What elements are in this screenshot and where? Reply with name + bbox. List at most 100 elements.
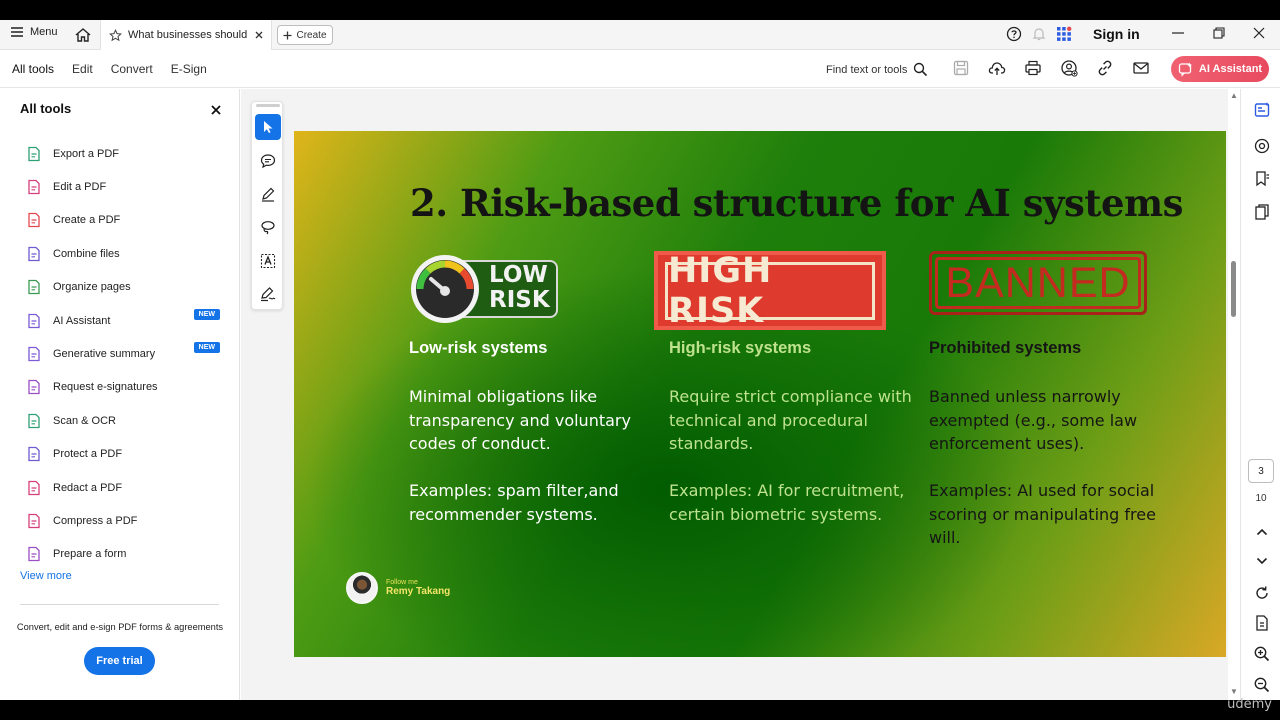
page-thumbnails-icon[interactable] (1253, 203, 1271, 221)
restore-icon[interactable] (1211, 25, 1227, 41)
bookmark-icon[interactable] (1253, 170, 1271, 188)
low-risk-badge-line2: RISK (489, 287, 550, 313)
follow-label: Follow me (386, 579, 418, 586)
tool-item-export-a-pdf[interactable]: Export a PDF (26, 137, 226, 170)
tab-convert[interactable]: Convert (111, 62, 153, 76)
high-risk-description: Require strict compliance with technical… (669, 387, 912, 453)
tool-item-protect-a-pdf[interactable]: Protect a PDF (26, 438, 226, 471)
scroll-up-arrow-icon[interactable]: ▲ (1230, 91, 1238, 100)
prohibited-description: Banned unless narrowly exempted (e.g., s… (929, 387, 1138, 453)
letterbox-top (0, 0, 1280, 20)
low-risk-badge: LOW RISK (409, 251, 559, 323)
comments-panel-icon[interactable] (1253, 137, 1271, 155)
apps-grid-icon[interactable] (1056, 26, 1072, 42)
vertical-scrollbar[interactable]: ▲ ▼ (1228, 89, 1240, 700)
high-risk-badge: HIGH RISK (654, 251, 886, 331)
close-panel-icon[interactable] (210, 104, 222, 116)
current-page-input[interactable]: 3 (1248, 459, 1274, 483)
zoom-out-icon[interactable] (1253, 676, 1271, 694)
menu-label: Menu (30, 26, 58, 38)
find-text-label: Find text or tools (826, 63, 908, 76)
annotation-toolbar (251, 101, 283, 310)
free-trial-button[interactable]: Free trial (84, 647, 155, 675)
document-tab[interactable]: What businesses should ... (100, 20, 272, 50)
rotate-icon[interactable] (1253, 584, 1271, 602)
search-icon (914, 62, 928, 77)
tool-label: Request e-signatures (53, 381, 158, 394)
tool-item-create-a-pdf[interactable]: Create a PDF (26, 204, 226, 237)
upload-cloud-icon[interactable] (988, 59, 1006, 77)
home-icon[interactable] (74, 26, 92, 44)
new-badge: NEW (193, 308, 220, 320)
right-rail: 3 10 (1240, 89, 1280, 700)
tool-label: Redact a PDF (53, 481, 123, 494)
tool-item-prepare-a-form[interactable]: Prepare a form (26, 538, 226, 571)
next-page-icon[interactable] (1253, 552, 1271, 570)
tool-item-edit-a-pdf[interactable]: Edit a PDF (26, 170, 226, 203)
tool-item-request-e-signatures[interactable]: Request e-signatures (26, 371, 226, 404)
tab-all-tools[interactable]: All tools (12, 62, 54, 76)
zoom-in-icon[interactable] (1253, 645, 1271, 663)
share-user-icon[interactable] (1060, 59, 1078, 77)
close-window-icon[interactable] (1251, 25, 1267, 41)
tab-edit[interactable]: Edit (72, 62, 93, 76)
close-tab-icon[interactable] (254, 30, 264, 40)
create-button[interactable]: Create (277, 25, 333, 45)
draw-tool-button[interactable] (255, 214, 281, 240)
udemy-watermark: udemy (1227, 697, 1272, 712)
scroll-down-arrow-icon[interactable]: ▼ (1230, 687, 1238, 696)
low-risk-examples: Examples: spam filter,and recommender sy… (409, 481, 619, 524)
text-tool-button[interactable] (255, 248, 281, 274)
tool-item-scan-ocr[interactable]: Scan & OCR (26, 404, 226, 437)
star-icon[interactable] (109, 28, 122, 42)
banned-badge: BANNED (929, 251, 1147, 315)
ai-assistant-button[interactable]: AI Assistant (1171, 56, 1269, 82)
document-info-icon[interactable] (1253, 614, 1271, 632)
signature-icon (261, 287, 276, 302)
tool-label: Export a PDF (53, 147, 120, 160)
view-more-link[interactable]: View more (20, 570, 72, 582)
tool-label: Combine files (53, 247, 120, 260)
help-icon[interactable] (1006, 26, 1022, 42)
create-pdf-icon (28, 213, 40, 228)
combine-files-icon (28, 246, 40, 262)
tool-item-organize-pages[interactable]: Organize pages (26, 271, 226, 304)
new-badge: NEW (193, 342, 220, 354)
link-icon[interactable] (1096, 59, 1114, 77)
organize-pages-icon (28, 280, 40, 295)
author-avatar (346, 572, 378, 604)
find-text-button[interactable]: Find text or tools (826, 62, 928, 77)
tool-item-ai-assistant[interactable]: AI Assistant NEW (26, 304, 226, 337)
tool-item-generative-summary[interactable]: Generative summary NEW (26, 337, 226, 370)
sign-in-button[interactable]: Sign in (1093, 26, 1140, 42)
menubar-tabs: All tools Edit Convert E-Sign (12, 62, 207, 76)
save-icon[interactable] (952, 59, 970, 77)
select-tool-button[interactable] (255, 114, 281, 140)
tool-label: Compress a PDF (53, 514, 138, 527)
tab-title: What businesses should ... (128, 29, 248, 41)
text-box-icon (260, 253, 276, 269)
edit-pdf-icon (28, 179, 40, 195)
tool-item-compress-a-pdf[interactable]: Compress a PDF (26, 504, 226, 537)
comment-tool-button[interactable] (255, 148, 281, 174)
minimize-icon[interactable] (1170, 25, 1186, 41)
document-actions (952, 59, 1150, 77)
highlight-tool-button[interactable] (255, 181, 281, 207)
edit-properties-icon[interactable] (1253, 101, 1271, 119)
tool-item-combine-files[interactable]: Combine files (26, 237, 226, 270)
scrollbar-thumb[interactable] (1231, 261, 1236, 317)
email-icon[interactable] (1132, 59, 1150, 77)
prohibited-heading: Prohibited systems (929, 339, 1082, 357)
export-pdf-icon (28, 146, 40, 161)
tool-label: Generative summary (53, 348, 156, 361)
notifications-icon[interactable] (1031, 26, 1047, 42)
tab-e-sign[interactable]: E-Sign (171, 62, 207, 76)
author-name: Remy Takang (386, 586, 451, 597)
hamburger-icon (11, 27, 23, 37)
toolbar-grip[interactable] (256, 104, 280, 107)
previous-page-icon[interactable] (1253, 523, 1271, 541)
menu-button[interactable]: Menu (10, 26, 58, 38)
sign-tool-button[interactable] (255, 281, 281, 307)
tool-item-redact-a-pdf[interactable]: Redact a PDF (26, 471, 226, 504)
print-icon[interactable] (1024, 59, 1042, 77)
